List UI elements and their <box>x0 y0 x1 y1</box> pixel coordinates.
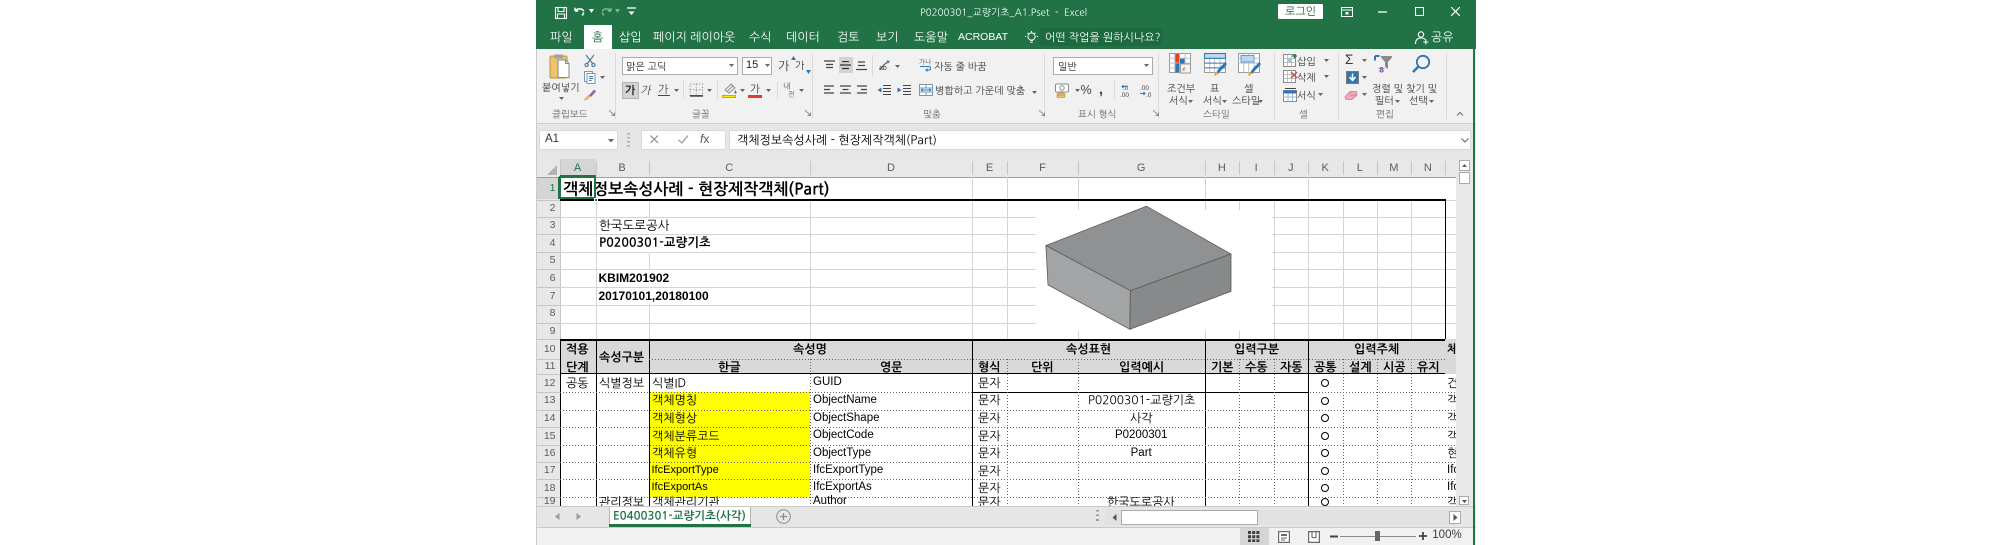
svg-text:.00: .00 <box>1140 85 1149 92</box>
svg-text:≠: ≠ <box>1182 67 1186 74</box>
svg-text:.0: .0 <box>1123 85 1129 92</box>
svg-text:ab: ab <box>879 65 887 71</box>
svg-text:.0: .0 <box>1146 92 1152 97</box>
svg-text:.00: .00 <box>1120 92 1129 97</box>
